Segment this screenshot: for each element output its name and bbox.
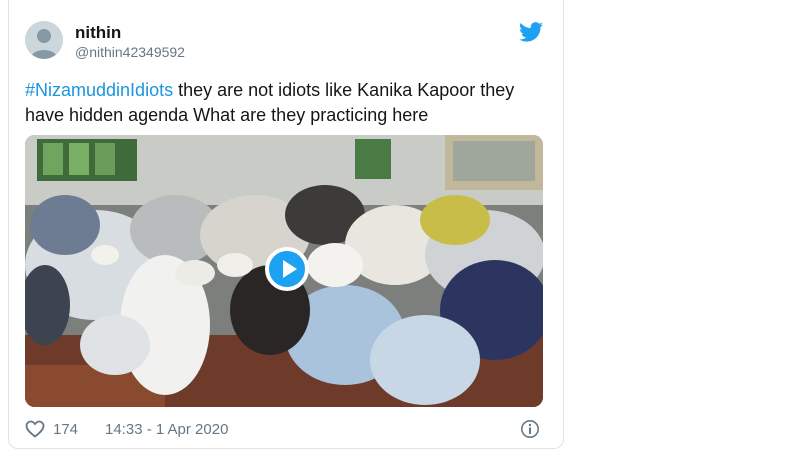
heart-icon[interactable]: [25, 420, 45, 438]
tweet-text-line1: they are not idiots like Kanika Kapoor t…: [173, 80, 515, 100]
hashtag-link[interactable]: #NizamuddinIdiots: [25, 80, 173, 100]
avatar[interactable]: [25, 21, 63, 59]
tweet-footer: 174 14:33 - 1 Apr 2020: [25, 419, 545, 441]
video-player[interactable]: [25, 135, 543, 407]
author-handle[interactable]: @nithin42349592: [75, 44, 185, 60]
default-avatar-icon: [25, 21, 63, 59]
tweet-text: #NizamuddinIdiots they are not idiots li…: [25, 78, 545, 128]
twitter-bird-icon[interactable]: [519, 22, 543, 42]
tweet-text-line2: have hidden agenda What are they practic…: [25, 105, 429, 125]
tweet-card: nithin @nithin42349592 #NizamuddinIdiots…: [8, 0, 564, 449]
timestamp[interactable]: 14:33 - 1 Apr 2020: [105, 421, 228, 438]
author-name[interactable]: nithin: [75, 23, 121, 43]
info-icon[interactable]: [520, 419, 540, 439]
play-icon[interactable]: [265, 247, 309, 291]
like-count: 174: [53, 421, 79, 438]
